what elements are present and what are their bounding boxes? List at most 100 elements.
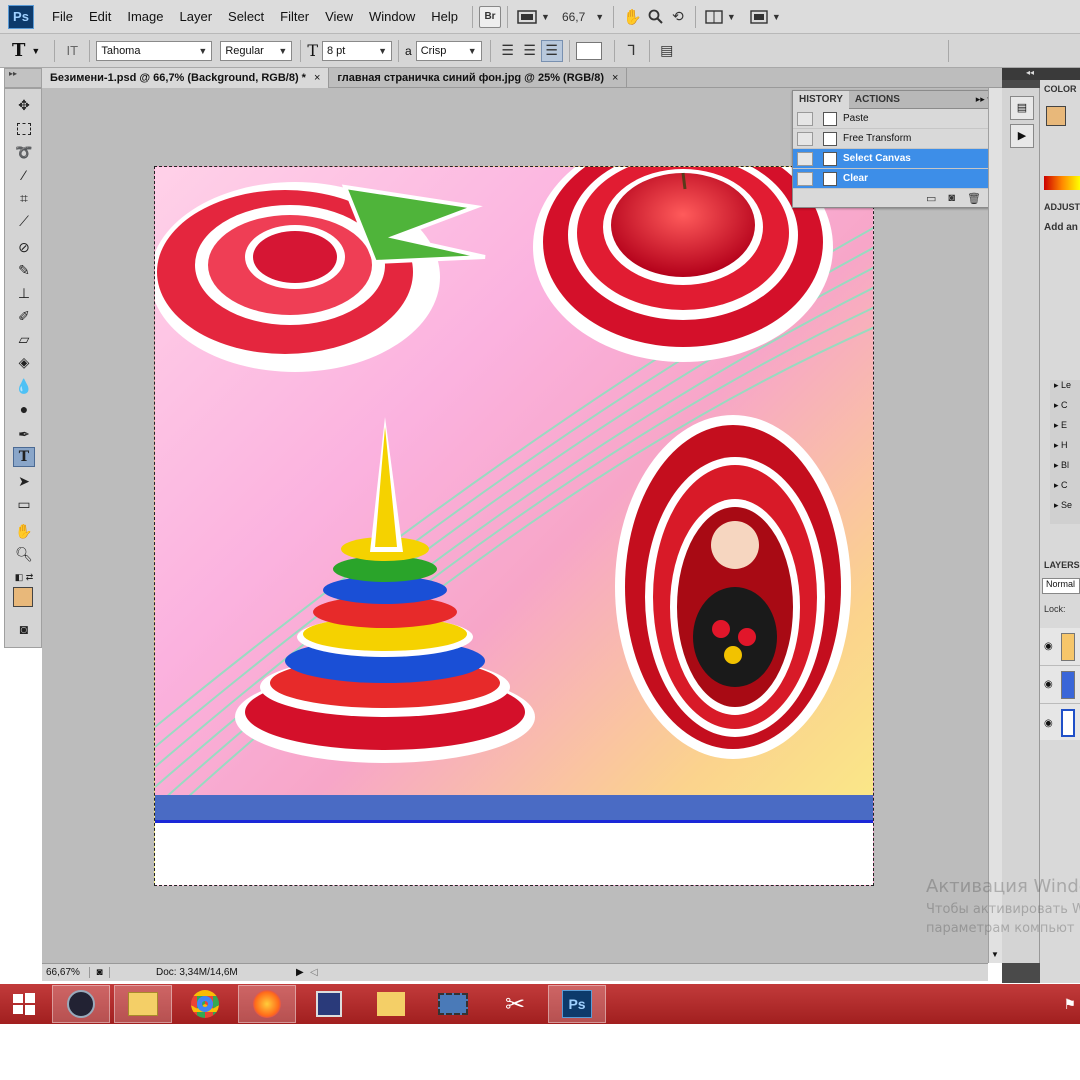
menu-image[interactable]: Image xyxy=(119,9,171,24)
arrange-documents-button[interactable]: ▼ xyxy=(702,6,739,28)
preset-item[interactable]: ▸ Le xyxy=(1050,380,1080,400)
history-checkbox[interactable] xyxy=(797,151,813,166)
marquee-tool[interactable] xyxy=(13,119,35,139)
layer-row[interactable]: ◉ xyxy=(1040,704,1080,742)
document-canvas[interactable] xyxy=(154,166,874,886)
zoom-level-select[interactable]: 66,7 ▼ xyxy=(559,6,607,28)
preset-item[interactable]: ▸ C xyxy=(1050,400,1080,420)
action-center-flag-icon[interactable]: ⚑ xyxy=(1063,996,1076,1013)
eyedropper-tool[interactable]: ⟋ xyxy=(13,211,35,231)
preset-item[interactable]: ▸ E xyxy=(1050,420,1080,440)
paint-bucket-tool[interactable]: ◈ xyxy=(13,352,35,372)
crop-tool[interactable]: ⌗ xyxy=(13,188,35,208)
quick-mask-button[interactable]: ◙ xyxy=(13,619,35,639)
menu-filter[interactable]: Filter xyxy=(272,9,317,24)
hand-tool[interactable]: ✋ xyxy=(13,521,35,541)
preset-item[interactable]: ▸ H xyxy=(1050,440,1080,460)
bridge-button[interactable]: Br xyxy=(479,5,502,28)
status-zoom[interactable]: 66,67% xyxy=(42,967,90,978)
path-selection-tool[interactable]: ➤ xyxy=(13,471,35,491)
eraser-tool[interactable]: ▱ xyxy=(13,329,35,349)
trash-icon[interactable]: 🗑︎ xyxy=(967,192,981,205)
pen-tool[interactable]: ✒ xyxy=(13,424,35,444)
screen-mode-button[interactable]: ▼ xyxy=(747,6,784,28)
taskbar-chrome[interactable] xyxy=(176,985,234,1023)
layers-panel-title[interactable]: LAYERS xyxy=(1044,560,1080,570)
blur-tool[interactable]: 💧 xyxy=(13,376,35,396)
history-checkbox[interactable] xyxy=(797,131,813,146)
color-panel-foreground[interactable] xyxy=(1046,106,1066,126)
history-panel-icon[interactable]: ▤ xyxy=(1010,96,1034,120)
vertical-scrollbar[interactable]: ▼ xyxy=(988,88,1002,963)
preset-item[interactable]: ▸ Se xyxy=(1050,500,1080,520)
menu-select[interactable]: Select xyxy=(220,9,272,24)
color-ramp[interactable] xyxy=(1044,176,1080,190)
start-button[interactable] xyxy=(0,985,48,1023)
taskbar-save-app[interactable] xyxy=(300,985,358,1023)
menu-window[interactable]: Window xyxy=(361,9,423,24)
taskbar-media-app[interactable] xyxy=(424,985,482,1023)
history-item[interactable]: Select Canvas xyxy=(793,149,1001,169)
text-orientation-button[interactable]: IT xyxy=(61,40,83,62)
move-tool[interactable]: ✥ xyxy=(13,95,35,115)
foreground-color-swatch[interactable] xyxy=(13,587,33,607)
taskbar-photoshop[interactable]: Ps xyxy=(548,985,606,1023)
preset-item[interactable]: ▸ Bl xyxy=(1050,460,1080,480)
font-style-select[interactable]: Regular ▼ xyxy=(220,40,293,61)
taskbar-file-explorer[interactable] xyxy=(114,985,172,1023)
align-center-button[interactable]: ☰ xyxy=(519,40,541,62)
text-color-swatch[interactable] xyxy=(575,41,602,60)
type-tool[interactable]: T xyxy=(13,447,35,467)
antialias-select[interactable]: Crisp ▼ xyxy=(415,40,482,61)
align-left-button[interactable]: ☰ xyxy=(497,40,519,62)
history-checkbox[interactable] xyxy=(797,171,813,186)
menu-file[interactable]: File xyxy=(44,9,81,24)
close-icon[interactable]: × xyxy=(314,72,320,84)
history-item[interactable]: Clear xyxy=(793,169,1001,189)
taskbar-folder-app[interactable] xyxy=(362,985,420,1023)
dodge-tool[interactable]: ● xyxy=(13,399,35,419)
brush-tool[interactable]: ✎ xyxy=(13,260,35,280)
warp-text-button[interactable]: Ꞁ xyxy=(621,40,643,62)
rotate-view-button[interactable]: ⟲ xyxy=(667,6,689,28)
status-info-icon[interactable]: ◙ xyxy=(90,967,110,978)
close-icon[interactable]: × xyxy=(612,72,618,84)
tab-actions[interactable]: ACTIONS xyxy=(849,91,906,109)
clone-stamp-tool[interactable]: ⊥ xyxy=(13,283,35,303)
menu-layer[interactable]: Layer xyxy=(172,9,221,24)
chevron-down-icon[interactable]: ▼ xyxy=(991,950,999,959)
camera-icon[interactable]: ◙ xyxy=(948,192,955,204)
history-checkbox[interactable] xyxy=(797,111,813,126)
taskbar-snipping-tool[interactable]: ✂ xyxy=(486,985,544,1023)
taskbar-firefox[interactable] xyxy=(238,985,296,1023)
menu-edit[interactable]: Edit xyxy=(81,9,119,24)
font-family-select[interactable]: Tahoma ▼ xyxy=(96,40,213,61)
menu-help[interactable]: Help xyxy=(423,9,466,24)
tab-history[interactable]: HISTORY xyxy=(793,90,849,109)
healing-brush-tool[interactable]: ⊘ xyxy=(13,237,35,257)
lasso-tool[interactable]: ➰ xyxy=(13,142,35,162)
dock-header[interactable]: ◂◂ xyxy=(1002,68,1080,80)
zoom-tool[interactable]: 🔍︎ xyxy=(13,544,35,564)
history-brush-tool[interactable]: ✐ xyxy=(13,306,35,326)
hand-tool-button[interactable]: ✋ xyxy=(620,6,645,28)
history-item[interactable]: Paste xyxy=(793,109,1001,129)
eye-icon[interactable]: ◉ xyxy=(1044,718,1053,729)
view-extras-button[interactable]: ▼ xyxy=(514,6,553,28)
tab-document-2[interactable]: главная страничка синий фон.jpg @ 25% (R… xyxy=(329,68,628,88)
status-menu-arrow[interactable]: ▶ xyxy=(296,967,308,978)
default-colors-button[interactable]: ◧ ⇄ xyxy=(13,567,35,587)
character-panel-button[interactable]: ▤ xyxy=(656,40,678,62)
shape-tool[interactable]: ▭ xyxy=(13,494,35,514)
scroll-left-icon[interactable]: ◁ xyxy=(310,967,318,978)
layer-row[interactable]: ◉ xyxy=(1040,628,1080,666)
color-panel-title[interactable]: COLOR xyxy=(1044,84,1077,94)
adjustments-panel-title[interactable]: ADJUST xyxy=(1044,202,1080,212)
preset-item[interactable]: ▸ C xyxy=(1050,480,1080,500)
type-tool-preset[interactable]: T xyxy=(12,40,25,61)
actions-panel-icon[interactable]: ▶ xyxy=(1010,124,1034,148)
eye-icon[interactable]: ◉ xyxy=(1044,679,1053,690)
align-right-button[interactable]: ☰ xyxy=(540,39,563,62)
blend-mode-select[interactable]: Normal xyxy=(1042,578,1080,594)
eye-icon[interactable]: ◉ xyxy=(1044,641,1053,652)
